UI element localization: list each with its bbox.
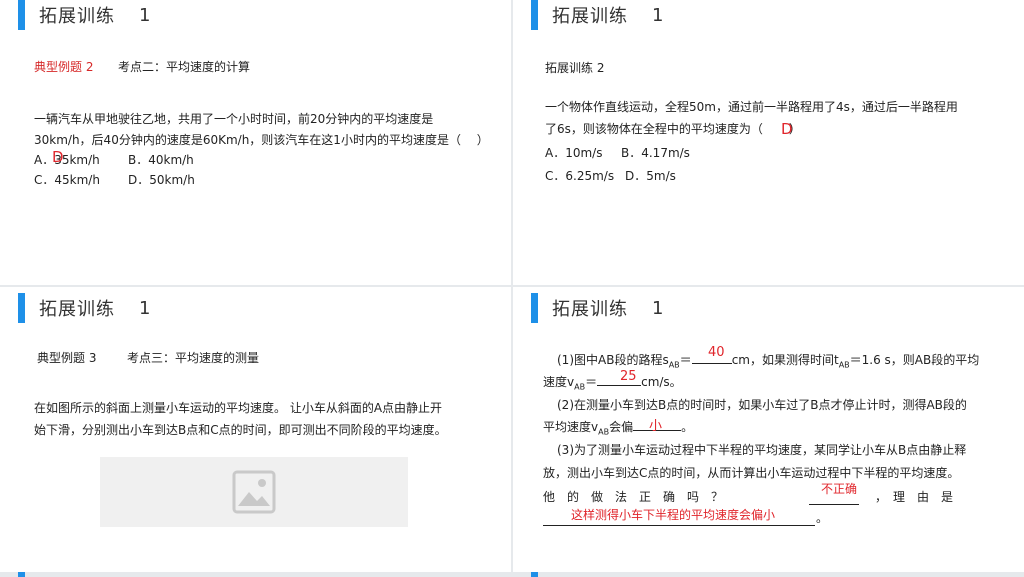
answer-5: 这样测得小车下半程的平均速度会偏小 [571, 508, 776, 522]
answer-2: 25 [620, 369, 637, 384]
answer-4: 不正确 [821, 482, 858, 496]
text: cm/s。 [641, 375, 682, 389]
subscript: AB [668, 360, 680, 370]
answer-1: 40 [708, 345, 725, 360]
topic-label: 考点二：平均速度的计算 [118, 60, 251, 74]
question-3-line-2: 放，测出小车到达C点的时间，从而计算出小车运动过程中下半程的平均速度。 [543, 466, 960, 480]
slide-header: 拓展训练 1 [18, 293, 150, 323]
slide-header: 拓展训练 1 [18, 0, 150, 30]
handwritten-answer: D [52, 148, 64, 166]
text: 。 [681, 420, 694, 434]
header-title: 拓展训练 [39, 299, 115, 320]
question-line-1: 一个物体作直线运动，全程50m，通过前一半路程用了4s，通过后一半路程用 [545, 100, 958, 114]
answer-3: 小 [649, 419, 663, 434]
text: 平均速度v [543, 420, 599, 434]
header-title: 拓展训练 [552, 6, 628, 27]
accent-bar [531, 0, 538, 30]
option-b: B．4.17m/s [621, 146, 690, 160]
text: 速度v [543, 375, 575, 389]
image-placeholder-icon [232, 470, 276, 514]
option-d: D．5m/s [625, 169, 676, 183]
option-c: C．6.25m/s [545, 169, 615, 183]
option-c: C．45km/h [34, 173, 100, 187]
question-3-line-1: (3)为了测量小车运动过程中下半程的平均速度，某同学让小车从B点由静止释 [557, 443, 967, 457]
option-a: A．35km/h [34, 153, 100, 167]
question-3-line-3-end: ， 理 由 是 [875, 490, 954, 504]
topic-label: 考点三：平均速度的测量 [127, 351, 260, 365]
question-2-line-1: (2)在测量小车到达B点的时间时，如果小车过了B点才停止计时，测得AB段的 [557, 398, 967, 412]
paragraph-line-2: 始下滑，分别测出小车到达B点和C点的时间，即可测出不同阶段的平均速度。 [34, 423, 447, 437]
slide-2: 拓展训练 1 拓展训练 2 一个物体作直线运动，全程50m，通过前一半路程用了4… [513, 0, 1024, 285]
option-a: A．10m/s [545, 146, 603, 160]
example-label: 典型例题 3 [37, 351, 97, 365]
subscript: AB [598, 427, 610, 437]
text: (1)图中AB段的路程s [557, 353, 669, 367]
header-title: 拓展训练 [39, 6, 115, 27]
next-slide-accent-bar [18, 572, 25, 577]
option-b: B．40km/h [128, 153, 194, 167]
slide-3: 拓展训练 1 典型例题 3 考点三：平均速度的测量 在如图所示的斜面上测量小车运… [0, 287, 511, 572]
accent-bar [18, 0, 25, 30]
slide-4: 拓展训练 1 (1)图中AB段的路程sAB＝ cm，如果测得时间tAB＝1.6 s… [513, 287, 1024, 572]
handwritten-answer: D [781, 120, 793, 138]
image-placeholder [100, 457, 408, 527]
subscript: AB [838, 360, 850, 370]
question-line-2-text: 了6s，则该物体在全程中的平均速度为（ [545, 122, 763, 136]
question-3-line-4-end: 。 [816, 511, 829, 525]
question-line-2: 30km/h，后40分钟内的速度是60Km/h，则该汽车在这1小时内的平均速度是… [34, 133, 489, 147]
slide-header: 拓展训练 1 [531, 293, 663, 323]
text: ＝1.6 s，则AB段的平均 [849, 353, 980, 367]
header-number: 1 [652, 4, 664, 26]
header-number: 1 [652, 297, 664, 319]
header-title: 拓展训练 [552, 299, 628, 320]
accent-bar [531, 293, 538, 323]
question-line-1: 一辆汽车从甲地驶往乙地，共用了一个小时时间，前20分钟内的平均速度是 [34, 112, 434, 126]
accent-bar [18, 293, 25, 323]
next-slide-accent-bar [531, 572, 538, 577]
header-number: 1 [139, 4, 151, 26]
subtitle: 拓展训练 2 [545, 61, 605, 75]
question-line-2: 了6s，则该物体在全程中的平均速度为（） [545, 118, 801, 140]
question-3-line-3: 他 的 做 法 正 确 吗 ？ [543, 490, 724, 504]
option-d: D．50km/h [128, 173, 195, 187]
slide-1: 拓展训练 1 典型例题 2 考点二：平均速度的计算 一辆汽车从甲地驶往乙地，共用… [0, 0, 511, 285]
subscript: AB [574, 382, 586, 392]
header-number: 1 [139, 297, 151, 319]
text: cm，如果测得时间t [731, 353, 839, 367]
paragraph-line-1: 在如图所示的斜面上测量小车运动的平均速度。 让小车从斜面的A点由静止开 [34, 401, 443, 415]
text: ＝ [585, 375, 598, 389]
example-label: 典型例题 2 [34, 60, 94, 74]
text: ＝ [679, 353, 692, 367]
text: 会偏 [609, 420, 634, 434]
slide-header: 拓展训练 1 [531, 0, 663, 30]
